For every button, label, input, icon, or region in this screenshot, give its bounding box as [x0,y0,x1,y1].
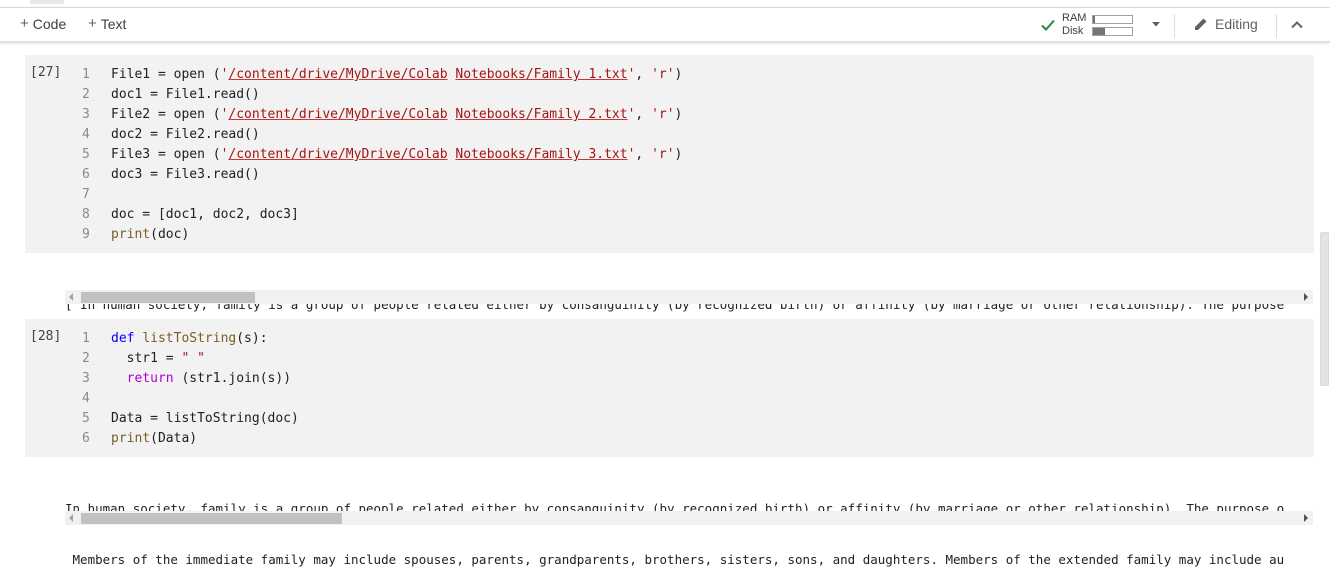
code-text: return (str1.join(s)) [126,371,292,386]
code-line: 2 doc1 = File1.read() [82,85,682,105]
plus-icon: + [88,15,97,32]
line-number: 5 [82,411,90,426]
code-text: doc2 = File2.read() [111,127,260,142]
scrollbar-thumb[interactable] [81,292,255,303]
code-text: doc3 = File3.read() [111,167,260,182]
editing-label: Editing [1215,16,1258,32]
code-line: 9 print(doc) [82,225,682,245]
ram-usage-fill [1093,16,1095,23]
notebook-toolbar: + Code + Text RAM Disk Editing [0,8,1330,42]
scroll-right-icon[interactable] [1304,293,1308,301]
code-text: def listToString(s): [111,331,268,346]
chevron-up-icon[interactable] [1289,17,1305,33]
code-text: File2 = open ('/content/drive/MyDrive/Co… [111,107,683,122]
scroll-left-icon[interactable] [69,293,73,301]
code-line: 3 File2 = open ('/content/drive/MyDrive/C… [82,105,682,125]
line-number: 1 [82,331,90,346]
scrollbar-thumb[interactable] [81,513,342,524]
add-text-button[interactable]: + Text [88,15,126,32]
pencil-icon [1195,18,1207,30]
line-number: 8 [82,207,90,222]
line-number: 6 [82,431,90,446]
output-line: Members of the immediate family may incl… [65,552,1285,567]
code-text: print(doc) [111,227,190,242]
resource-monitor-button[interactable]: RAM Disk [1040,11,1160,39]
code-line: 4 doc2 = File2.read() [82,125,682,145]
code-editor[interactable]: 1 def listToString(s): 2 str1 = " " 3 ret… [82,329,299,449]
line-number: 4 [82,391,90,406]
output-horizontal-scrollbar[interactable] [65,511,1313,525]
ram-label: RAM [1062,12,1087,24]
disk-usage-fill [1093,28,1105,35]
line-number: 3 [82,107,90,122]
ram-usage-bar [1092,15,1133,24]
code-line: 3 return (str1.join(s)) [82,369,299,389]
code-text: print(Data) [111,431,198,446]
code-text: doc1 = File1.read() [111,87,260,102]
tab-strip [0,0,1330,8]
line-number: 6 [82,167,90,182]
resource-bars [1092,15,1133,36]
line-number: 2 [82,87,90,102]
add-code-label: Code [32,15,67,32]
code-line: 2 str1 = " " [82,349,299,369]
line-number: 9 [82,227,90,242]
code-cell[interactable]: [27] 1 File1 = open ('/content/drive/MyDr… [25,55,1314,253]
toolbar-divider [1174,14,1175,38]
line-number: 7 [82,187,90,202]
toolbar-divider [1276,14,1277,38]
line-number: 1 [82,67,90,82]
disk-usage-bar [1092,27,1133,36]
code-line: 6 doc3 = File3.read() [82,165,682,185]
code-cell[interactable]: [28] 1 def listToString(s): 2 str1 = " " … [25,319,1314,457]
code-text: str1 = " " [111,351,205,366]
code-text: File3 = open ('/content/drive/MyDrive/Co… [111,147,683,162]
code-line: 1 def listToString(s): [82,329,299,349]
caret-down-icon[interactable] [1149,17,1163,31]
line-number: 2 [82,351,90,366]
add-text-label: Text [100,15,127,32]
execution-count: [28] [30,329,62,344]
output-horizontal-scrollbar[interactable] [65,290,1313,304]
add-code-button[interactable]: + Code [20,15,66,32]
line-number: 3 [82,371,90,386]
plus-icon: + [20,15,29,32]
execution-count: [27] [30,65,62,80]
code-line: 7 [82,185,682,205]
check-icon [1041,19,1055,31]
line-number: 4 [82,127,90,142]
code-line: 6 print(Data) [82,429,299,449]
scrollbar-thumb[interactable] [1320,232,1329,386]
code-line: 8 doc = [doc1, doc2, doc3] [82,205,682,225]
code-text: doc = [doc1, doc2, doc3] [111,207,299,222]
code-line: 4 [82,389,299,409]
tab-indicator [30,0,64,4]
line-number: 5 [82,147,90,162]
cell-output: In human society, family is a group of p… [65,466,1314,585]
code-line: 5 Data = listToString(doc) [82,409,299,429]
code-line: 5 File3 = open ('/content/drive/MyDrive/C… [82,145,682,165]
code-editor[interactable]: 1 File1 = open ('/content/drive/MyDrive/C… [82,65,682,245]
code-line: 1 File1 = open ('/content/drive/MyDrive/C… [82,65,682,85]
editing-mode-button[interactable]: Editing [1193,16,1258,32]
code-text: Data = listToString(doc) [111,411,299,426]
page-vertical-scrollbar[interactable] [1318,42,1330,530]
scroll-right-icon[interactable] [1304,514,1308,522]
scroll-left-icon[interactable] [69,514,73,522]
code-text: File1 = open ('/content/drive/MyDrive/Co… [111,67,683,82]
disk-label: Disk [1062,25,1084,37]
resource-labels: RAM Disk [1062,12,1092,38]
